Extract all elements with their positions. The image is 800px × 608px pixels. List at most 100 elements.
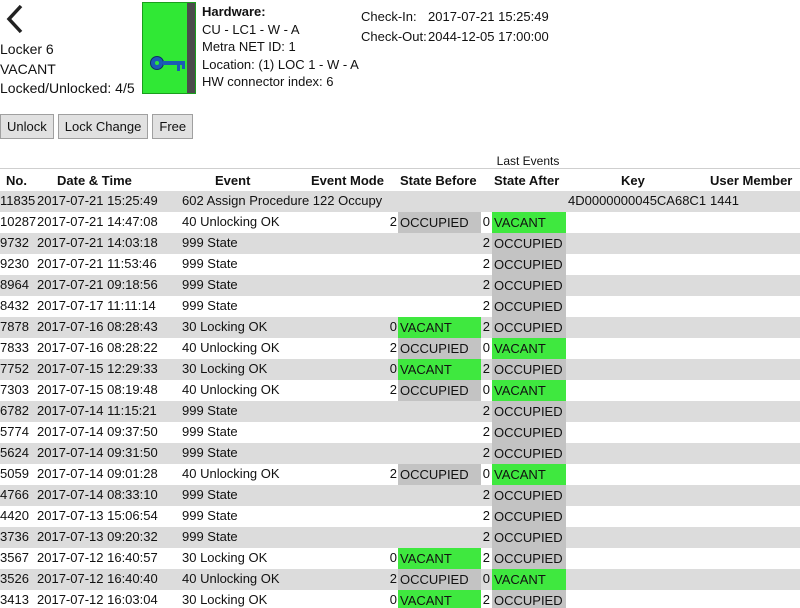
hardware-info: Hardware: CU - LC1 - W - A Metra NET ID:…: [202, 3, 359, 91]
cell-no: 3736: [0, 529, 29, 544]
cell-no: 3567: [0, 550, 29, 565]
table-row[interactable]: 5624 2017-07-14 09:31:50 999 State 2 OCCUPIE…: [0, 443, 800, 464]
cell-state-after-code: 2: [482, 277, 490, 292]
cell-date-time: 2017-07-12 16:03:04: [37, 592, 158, 607]
locked-unlocked-count: Locked/Unlocked: 4/5: [0, 80, 135, 96]
cell-state-after-code: 2: [482, 424, 490, 439]
locker-status: VACANT: [0, 60, 56, 77]
cell-state-after-code: 0: [482, 340, 490, 355]
table-row[interactable]: 5059 2017-07-14 09:01:28 40 Unlocking OK 2 O…: [0, 464, 800, 485]
cell-date-time: 2017-07-12 16:40:57: [37, 550, 158, 565]
table-row[interactable]: 7833 2017-07-16 08:28:22 40 Unlocking OK 2 O…: [0, 338, 800, 359]
check-times: Check-In: 2017-07-21 15:25:49 Check-Out:…: [361, 7, 549, 47]
lock-change-button[interactable]: Lock Change: [57, 114, 149, 139]
cell-event: 40 Unlocking OK: [182, 466, 280, 481]
cell-state-after: OCCUPIED: [492, 548, 566, 569]
cell-no: 5624: [0, 445, 29, 460]
cell-state-after-code: 2: [482, 361, 490, 376]
cell-state-before: OCCUPIED: [398, 464, 481, 485]
cell-date-time: 2017-07-16 08:28:43: [37, 319, 158, 334]
cell-state-after-code: 2: [482, 592, 490, 607]
cell-no: 8432: [0, 298, 29, 313]
cell-state-after: VACANT: [492, 212, 566, 233]
table-row[interactable]: 10287 2017-07-21 14:47:08 40 Unlocking OK 2…: [0, 212, 800, 233]
cell-no: 8964: [0, 277, 29, 292]
header-user-member[interactable]: User Member: [710, 173, 792, 188]
cell-date-time: 2017-07-15 08:19:48: [37, 382, 158, 397]
cell-state-before: [398, 527, 481, 548]
table-row[interactable]: 5774 2017-07-14 09:37:50 999 State 2 OCCUPIE…: [0, 422, 800, 443]
cell-date-time: 2017-07-17 11:11:14: [37, 298, 156, 313]
cell-state-before: [398, 296, 481, 317]
cell-date-time: 2017-07-21 11:53:46: [37, 256, 157, 271]
table-row[interactable]: 9230 2017-07-21 11:53:46 999 State 2 OCCUPIE…: [0, 254, 800, 275]
cell-event: 30 Locking OK: [182, 361, 268, 376]
cell-state-after: OCCUPIED: [492, 401, 566, 422]
cell-key: 4D0000000045CA68C1: [568, 193, 707, 208]
cell-state-after: OCCUPIED: [492, 359, 566, 380]
cell-no: 3526: [0, 571, 29, 586]
cell-state-before: [398, 254, 481, 275]
table-row[interactable]: 8964 2017-07-21 09:18:56 999 State 2 OCCUPIE…: [0, 275, 800, 296]
cell-no: 10287: [0, 214, 37, 229]
cell-date-time: 2017-07-14 09:01:28: [37, 466, 158, 481]
header-no[interactable]: No.: [6, 173, 27, 188]
header-event[interactable]: Event: [215, 173, 250, 188]
header-event-mode[interactable]: Event Mode: [311, 173, 384, 188]
cell-state-before-code: 2: [389, 340, 397, 355]
cell-date-time: 2017-07-12 16:40:40: [37, 571, 158, 586]
cell-event: 30 Locking OK: [182, 319, 268, 334]
cell-state-before-code: 0: [389, 592, 397, 607]
cell-state-after: [492, 191, 566, 212]
cell-event: 999 State: [182, 424, 238, 439]
cell-state-after: OCCUPIED: [492, 275, 566, 296]
header-state-before[interactable]: State Before: [400, 173, 477, 188]
cell-event: 40 Unlocking OK: [182, 340, 280, 355]
table-row[interactable]: 7752 2017-07-15 12:29:33 30 Locking OK 0 VAC…: [0, 359, 800, 380]
header-state-after[interactable]: State After: [494, 173, 559, 188]
table-row[interactable]: 9732 2017-07-21 14:03:18 999 State 2 OCCUPIE…: [0, 233, 800, 254]
table-row[interactable]: 6782 2017-07-14 11:15:21 999 State 2 OCCUPIE…: [0, 401, 800, 422]
cell-date-time: 2017-07-15 12:29:33: [37, 361, 158, 376]
cell-event: 999 State: [182, 445, 238, 460]
cell-no: 7752: [0, 361, 29, 376]
table-row[interactable]: 11835 2017-07-21 15:25:49 602 Assign Proce…: [0, 191, 800, 212]
cell-no: 9732: [0, 235, 29, 250]
cell-state-after-code: 2: [482, 550, 490, 565]
cell-state-before: [398, 233, 481, 254]
hardware-net-id: Metra NET ID: 1: [202, 39, 296, 54]
table-row[interactable]: 3567 2017-07-12 16:40:57 30 Locking OK 0 VAC…: [0, 548, 800, 569]
unlock-button[interactable]: Unlock: [0, 114, 54, 139]
header-date-time[interactable]: Date & Time: [57, 173, 132, 188]
cell-no: 3413: [0, 592, 29, 607]
locker-tile: [142, 2, 196, 94]
table-row[interactable]: 4766 2017-07-14 08:33:10 999 State 2 OCCUPIE…: [0, 485, 800, 506]
cell-event: 999 State: [182, 508, 238, 523]
cell-event: 40 Unlocking OK: [182, 571, 280, 586]
cell-state-before: OCCUPIED: [398, 212, 481, 233]
header-key[interactable]: Key: [621, 173, 645, 188]
cell-state-after-code: 0: [482, 571, 490, 586]
cell-state-before: [398, 443, 481, 464]
cell-state-before: VACANT: [398, 317, 481, 338]
cell-event: 999 State: [182, 403, 238, 418]
cell-event: 40 Unlocking OK: [182, 214, 280, 229]
table-row[interactable]: 7878 2017-07-16 08:28:43 30 Locking OK 0 VAC…: [0, 317, 800, 338]
checkout-value: 2044-12-05 17:00:00: [428, 29, 549, 44]
cell-state-after: OCCUPIED: [492, 317, 566, 338]
events-table-body: 11835 2017-07-21 15:25:49 602 Assign Proce…: [0, 191, 800, 608]
table-row[interactable]: 3526 2017-07-12 16:40:40 40 Unlocking OK 2 O…: [0, 569, 800, 590]
cell-state-after: OCCUPIED: [492, 485, 566, 506]
cell-event: 30 Locking OK: [182, 550, 268, 565]
cell-state-before-code: 0: [389, 550, 397, 565]
table-row[interactable]: 4420 2017-07-13 15:06:54 999 State 2 OCCUPIE…: [0, 506, 800, 527]
back-chevron-icon[interactable]: [4, 4, 26, 34]
cell-state-after-code: 2: [482, 256, 490, 271]
hardware-title: Hardware:: [202, 4, 266, 19]
table-row[interactable]: 8432 2017-07-17 11:11:14 999 State 2 OCCUPIE…: [0, 296, 800, 317]
free-button[interactable]: Free: [152, 114, 194, 139]
cell-no: 7878: [0, 319, 29, 334]
table-row[interactable]: 3413 2017-07-12 16:03:04 30 Locking OK 0 VAC…: [0, 590, 800, 608]
table-row[interactable]: 3736 2017-07-13 09:20:32 999 State 2 OCCUPIE…: [0, 527, 800, 548]
table-row[interactable]: 7303 2017-07-15 08:19:48 40 Unlocking OK 2 O…: [0, 380, 800, 401]
